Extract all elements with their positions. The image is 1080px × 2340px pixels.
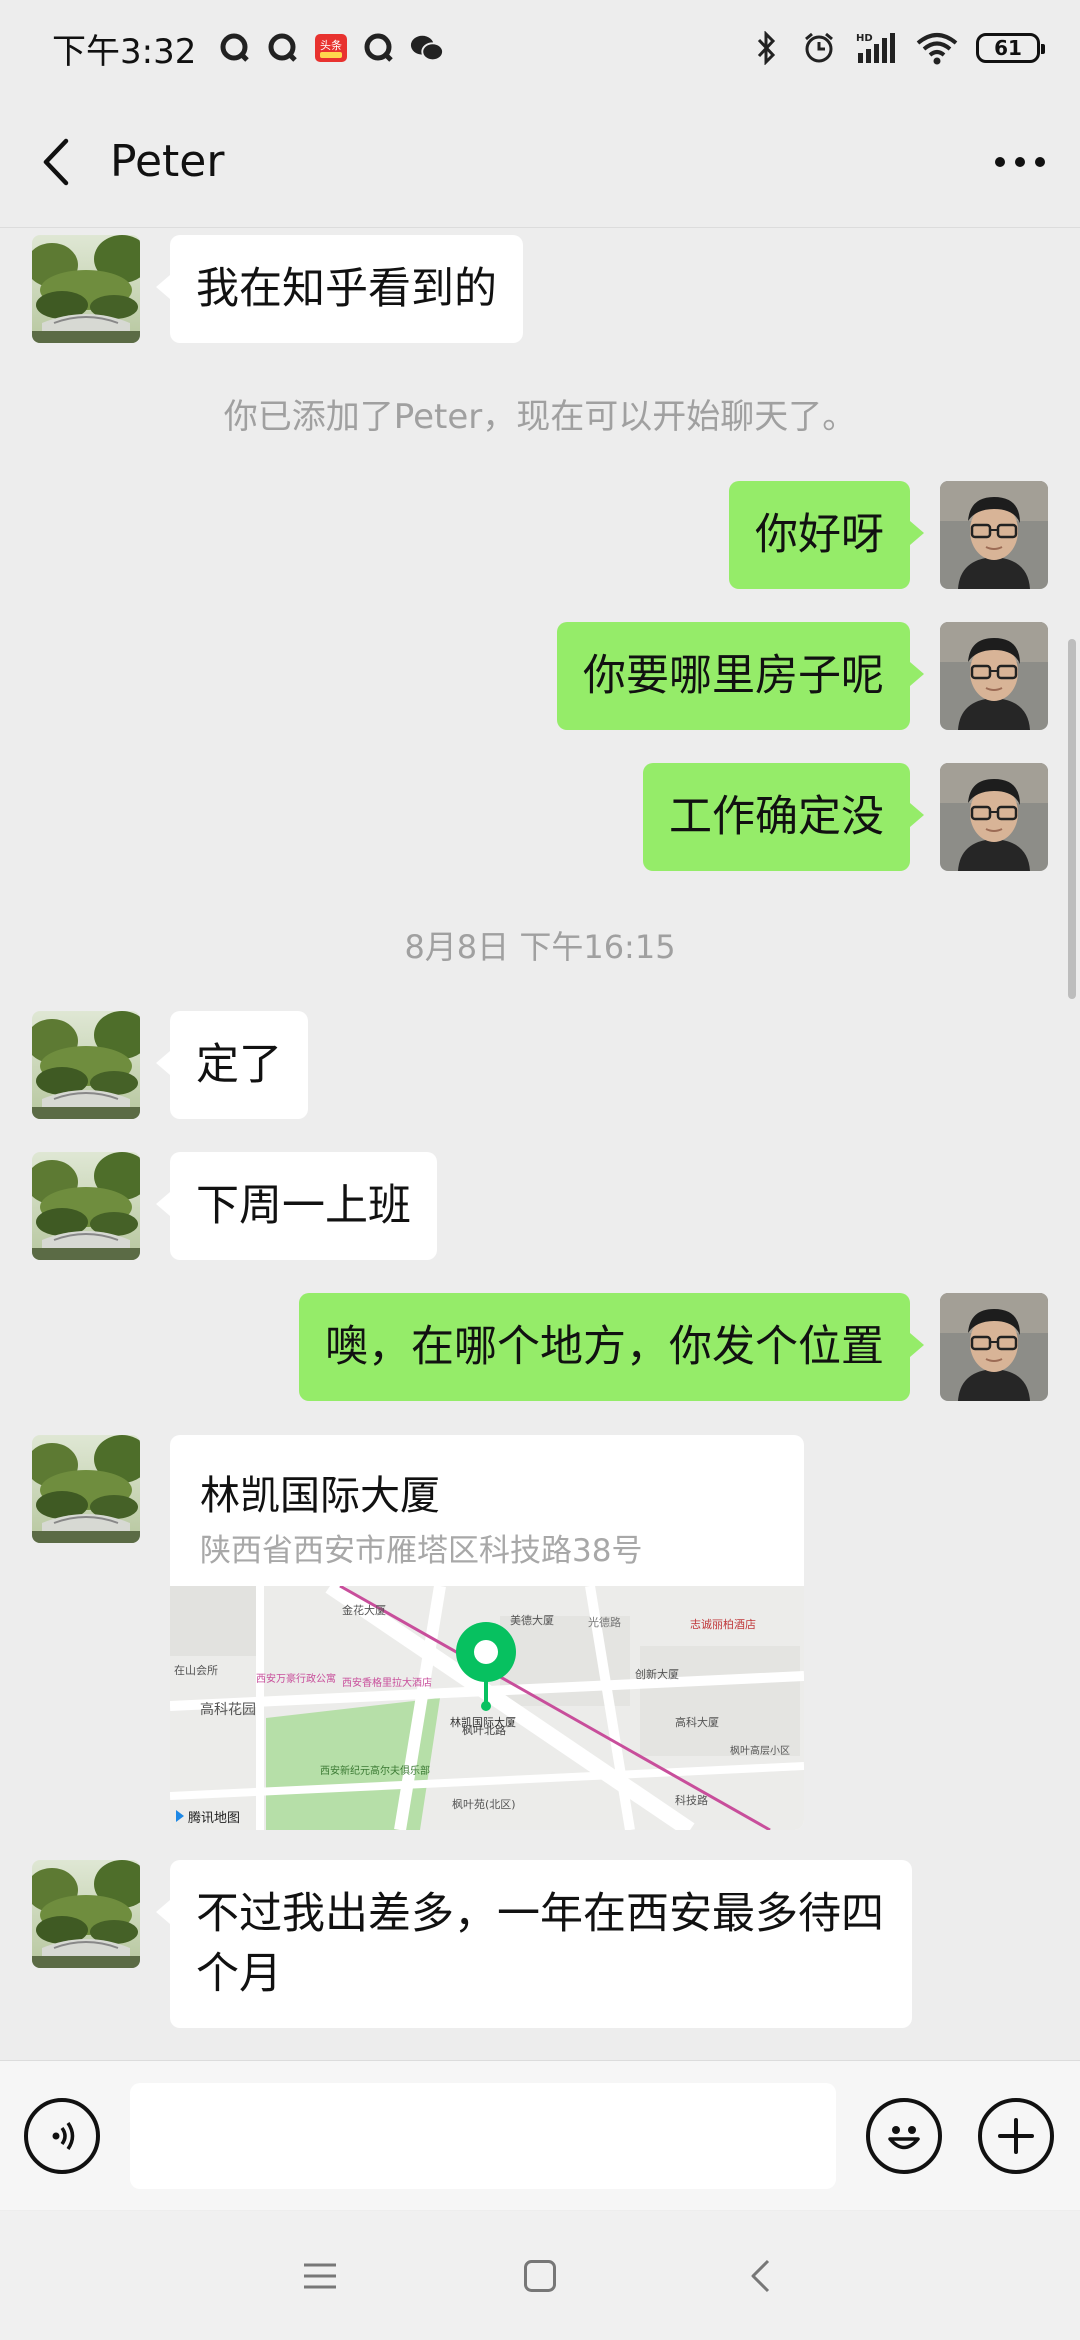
location-card[interactable]: 林凯国际大厦 陕西省西安市雁塔区科技路38号 金花大厦 美德大厦 光德路 志诚丽… xyxy=(170,1435,804,1830)
my-avatar[interactable] xyxy=(940,622,1048,730)
more-functions-button[interactable] xyxy=(978,2097,1054,2174)
message-row: 你好呀 xyxy=(0,481,1080,591)
home-button[interactable] xyxy=(500,2236,580,2316)
svg-text:头条: 头条 xyxy=(320,38,342,52)
svg-text:美德大厦: 美德大厦 xyxy=(510,1613,554,1627)
message-bubble-incoming[interactable]: 不过我出差多，一年在西安最多待四个月 xyxy=(156,1860,912,2028)
message-input-bar xyxy=(0,2060,1080,2210)
contact-avatar[interactable] xyxy=(32,1011,140,1119)
message-bubble-incoming[interactable]: 下周一上班 xyxy=(156,1152,437,1260)
qq-notification-icon xyxy=(218,31,252,65)
message-bubble-incoming[interactable]: 定了 xyxy=(156,1011,308,1119)
system-back-button[interactable] xyxy=(720,2236,800,2316)
alarm-icon xyxy=(802,31,836,65)
message-bubble-outgoing[interactable]: 工作确定没 xyxy=(643,763,924,871)
location-name: 林凯国际大厦 xyxy=(200,1473,440,1519)
home-square-icon xyxy=(524,2259,556,2292)
message-row: 工作确定没 xyxy=(0,763,1080,873)
message-bubble-outgoing[interactable]: 你好呀 xyxy=(729,481,924,589)
my-avatar[interactable] xyxy=(940,763,1048,871)
bluetooth-icon xyxy=(750,31,784,65)
signal-icon: HD xyxy=(854,31,898,65)
message-row: 不过我出差多，一年在西安最多待四个月 xyxy=(0,1860,1080,2036)
plus-icon xyxy=(998,2117,1034,2154)
emoji-button[interactable] xyxy=(866,2097,942,2174)
menu-icon xyxy=(304,2263,336,2288)
chat-scrollbar[interactable] xyxy=(1068,639,1076,999)
message-row: 林凯国际大厦 陕西省西安市雁塔区科技路38号 金花大厦 美德大厦 光德路 志诚丽… xyxy=(0,1435,1080,1830)
chat-message-list[interactable]: 我在知乎看到的 你已添加了Peter，现在可以开始聊天了。 你好呀 你要哪里房子… xyxy=(0,229,1080,2058)
recent-apps-button[interactable] xyxy=(280,2236,360,2316)
system-status-icons: HD 61 xyxy=(750,31,1045,65)
message-row: 你要哪里房子呢 xyxy=(0,622,1080,732)
svg-text:在山会所: 在山会所 xyxy=(174,1664,218,1677)
status-time: 下午3:32 xyxy=(52,31,197,72)
system-navigation-bar xyxy=(0,2211,1080,2340)
svg-text:高科花园: 高科花园 xyxy=(200,1701,256,1718)
svg-text:创新大厦: 创新大厦 xyxy=(635,1667,679,1681)
svg-text:志诚丽柏酒店: 志诚丽柏酒店 xyxy=(690,1617,756,1631)
toutiao-app-icon: 头条 xyxy=(314,31,348,65)
more-dots-icon xyxy=(995,156,1045,167)
svg-text:枫叶高层小区: 枫叶高层小区 xyxy=(730,1744,790,1757)
message-bubble-incoming[interactable]: 我在知乎看到的 xyxy=(156,235,523,343)
svg-text:腾讯地图: 腾讯地图 xyxy=(188,1810,240,1826)
status-bar: 下午3:32 头条 HD 61 xyxy=(0,0,1080,96)
chat-title: Peter xyxy=(110,136,225,187)
svg-text:高科大厦: 高科大厦 xyxy=(675,1715,719,1729)
contact-avatar[interactable] xyxy=(32,1860,140,1968)
message-bubble-outgoing[interactable]: 噢，在哪个地方，你发个位置 xyxy=(299,1293,924,1401)
svg-text:科技路: 科技路 xyxy=(675,1793,708,1807)
message-bubble-outgoing[interactable]: 你要哪里房子呢 xyxy=(557,622,924,730)
location-map-preview: 金花大厦 美德大厦 光德路 志诚丽柏酒店 创新大厦 高科大厦 高科花园 西安万豪… xyxy=(170,1586,804,1830)
system-notice: 你已添加了Peter，现在可以开始聊天了。 xyxy=(223,397,857,437)
message-timestamp: 8月8日 下午16:15 xyxy=(404,928,676,966)
message-row: 定了 xyxy=(0,1011,1080,1121)
qq-notification-icon xyxy=(362,31,396,65)
more-options-button[interactable] xyxy=(960,96,1080,228)
voice-icon xyxy=(52,2121,75,2150)
voice-input-button[interactable] xyxy=(24,2097,100,2174)
wifi-icon xyxy=(916,31,958,65)
my-avatar[interactable] xyxy=(940,1293,1048,1401)
svg-text:西安万豪行政公寓: 西安万豪行政公寓 xyxy=(256,1672,336,1685)
chevron-left-icon xyxy=(43,138,69,185)
smiley-icon xyxy=(888,2125,920,2149)
qq-notification-icon xyxy=(266,31,300,65)
svg-text:HD: HD xyxy=(856,33,873,44)
svg-text:金花大厦: 金花大厦 xyxy=(342,1603,386,1617)
svg-text:光德路: 光德路 xyxy=(588,1615,621,1629)
message-row: 我在知乎看到的 xyxy=(0,235,1080,345)
notification-icons: 头条 xyxy=(218,31,445,65)
my-avatar[interactable] xyxy=(940,481,1048,589)
location-address: 陕西省西安市雁塔区科技路38号 xyxy=(200,1533,643,1569)
contact-avatar[interactable] xyxy=(32,1152,140,1260)
contact-avatar[interactable] xyxy=(32,235,140,343)
svg-text:西安新纪元高尔夫俱乐部: 西安新纪元高尔夫俱乐部 xyxy=(320,1764,430,1777)
message-text-input[interactable] xyxy=(130,2082,836,2189)
svg-text:西安香格里拉大酒店: 西安香格里拉大酒店 xyxy=(342,1676,432,1689)
svg-text:枫叶苑(北区): 枫叶苑(北区) xyxy=(452,1797,516,1811)
contact-avatar[interactable] xyxy=(32,1435,140,1543)
battery-indicator: 61 xyxy=(976,33,1045,63)
wechat-notification-icon xyxy=(410,31,445,65)
back-triangle-icon xyxy=(751,2259,770,2292)
back-button[interactable] xyxy=(0,96,110,228)
chat-header: Peter xyxy=(0,96,1080,228)
message-row: 下周一上班 xyxy=(0,1152,1080,1262)
svg-text:林凯国际大厦: 林凯国际大厦 xyxy=(450,1715,516,1729)
message-row: 噢，在哪个地方，你发个位置 xyxy=(0,1293,1080,1403)
